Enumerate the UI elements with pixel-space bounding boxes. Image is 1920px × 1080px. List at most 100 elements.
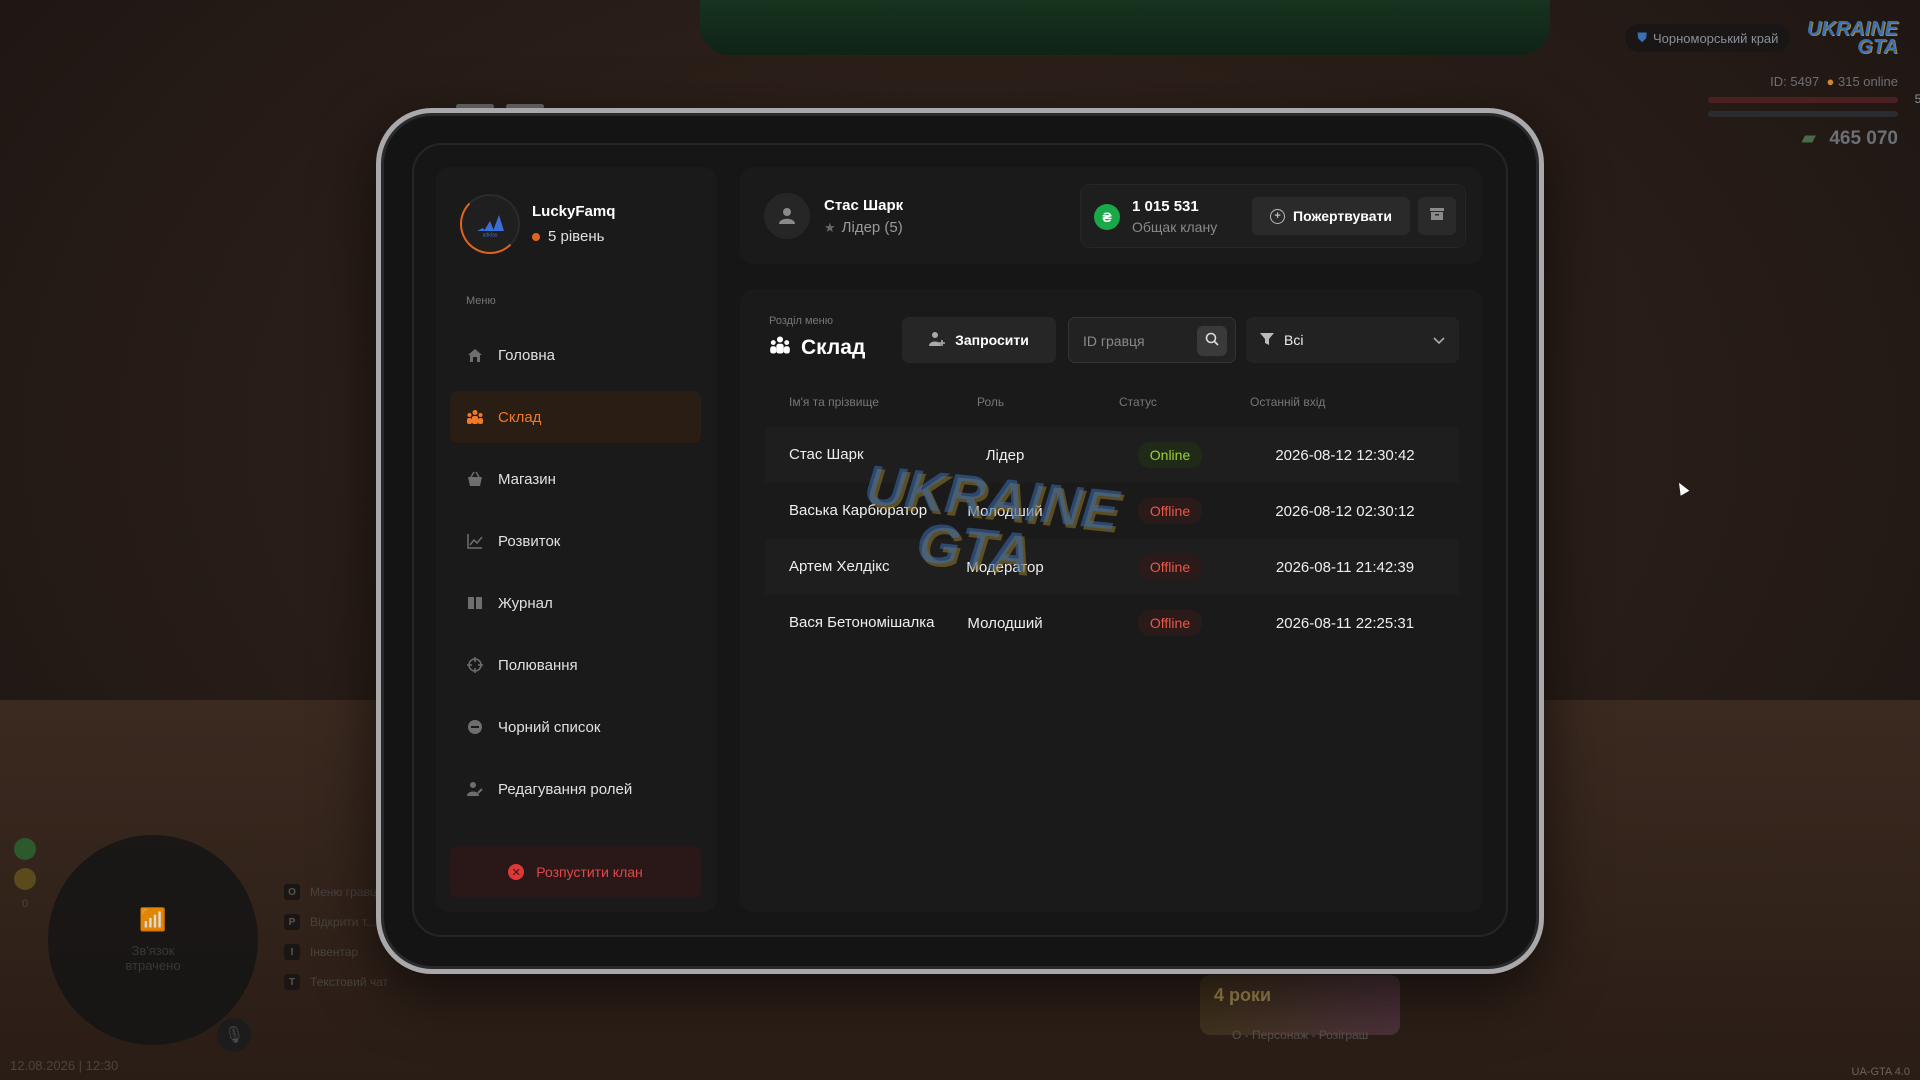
members-panel: Розділ меню Склад Запросити Всі Ім'я та … (740, 289, 1483, 912)
filter-value: Всі (1284, 332, 1304, 348)
member-status: Offline (1125, 539, 1215, 595)
sidebar-item-label: Журнал (498, 594, 553, 612)
level-dot-icon (532, 232, 540, 241)
archive-button[interactable] (1418, 197, 1456, 235)
section-title: Склад (769, 335, 865, 361)
member-last-login: 2026-08-12 02:30:12 (1275, 502, 1415, 520)
hint-item: P Відкрити т... (284, 914, 388, 930)
table-row[interactable]: Вася Бетономішалка Молодший Offline 2026… (765, 595, 1459, 651)
sidebar-item-role-editing[interactable]: Редагування ролей (450, 763, 701, 815)
sidebar-item-blacklist[interactable]: Чорний список (450, 701, 701, 753)
column-header-name[interactable]: Ім'я та прізвище (789, 395, 879, 409)
add-user-icon (929, 331, 946, 350)
search-icon (1205, 332, 1219, 351)
bank-amount: 1 015 531 (1132, 198, 1199, 215)
no-signal-icon: 📶 (139, 907, 167, 932)
column-header-status[interactable]: Статус (1119, 395, 1157, 409)
home-icon (466, 346, 484, 364)
bank-label: Общак клану (1132, 219, 1218, 235)
basket-icon (466, 470, 484, 488)
filter-icon (1260, 332, 1274, 349)
invite-button[interactable]: Запросити (902, 317, 1056, 363)
member-last-login: 2026-08-11 21:42:39 (1275, 558, 1415, 576)
table-row[interactable]: Васька Карбюратор Молодший Offline 2026-… (765, 483, 1459, 539)
mic-icon[interactable]: 🎙 (217, 1018, 251, 1052)
status-badge: Offline (1137, 610, 1203, 636)
promo-title: 4 роки (1214, 985, 1272, 1005)
indicator-counter: 0 (21, 898, 29, 910)
sidebar-item-journal[interactable]: Журнал (450, 577, 701, 629)
member-role: Молодший (967, 502, 1043, 520)
sidebar-menu: Головна Склад Магазин Розвиток Журнал По… (450, 329, 701, 825)
money-display: ▰ 465 070 (1625, 127, 1898, 150)
sidebar-item-development[interactable]: Розвиток (450, 515, 701, 567)
minimap: 📶 Зв'язок втрачено (48, 835, 258, 1045)
menu-caption: Меню (466, 295, 496, 307)
member-last-login: 2026-08-11 22:25:31 (1275, 614, 1415, 632)
game-version: UA-GTA 4.0 (1851, 1066, 1910, 1078)
player-id: ID: 5497 (1770, 74, 1820, 89)
hint-label: Інвентар (310, 945, 359, 959)
hryvnia-coin-icon: ₴ (1094, 204, 1120, 230)
sidebar-item-label: Редагування ролей (498, 780, 633, 798)
clan-bank: ₴ 1 015 531 Общак клану + Пожертвувати (1080, 184, 1466, 248)
status-badge: Online (1137, 442, 1203, 468)
section-title-text: Склад (801, 336, 866, 359)
people-icon (466, 408, 484, 426)
clan-level: 5 рівень (532, 228, 615, 245)
user-edit-icon (466, 780, 484, 798)
svg-text:adidas: adidas (483, 233, 498, 238)
chart-icon (466, 532, 484, 550)
hint-label: Текстовий чат (310, 975, 389, 989)
armor-bar: 0 (1708, 111, 1898, 117)
member-role: Молодший (967, 614, 1043, 632)
search-input[interactable] (1083, 330, 1193, 352)
sidebar-item-hunting[interactable]: Полювання (450, 639, 701, 691)
status-badge: Offline (1137, 498, 1203, 524)
promo-banner[interactable]: 4 роки (1200, 975, 1400, 1035)
sidebar-item-label: Магазин (498, 470, 556, 488)
money-icon: ▰ (1801, 128, 1817, 149)
user-card: Стас Шарк ★ Лідер (5) ₴ 1 015 531 Общак … (740, 167, 1483, 264)
sidebar-item-shop[interactable]: Магазин (450, 453, 701, 505)
invite-label: Запросити (955, 332, 1029, 348)
hint-item: T Текстовий чат (284, 974, 388, 990)
search-button[interactable] (1197, 326, 1227, 356)
disband-clan-button[interactable]: ✕ Розпустити клан (450, 846, 701, 898)
donate-button[interactable]: + Пожертвувати (1252, 197, 1410, 235)
member-status: Offline (1125, 483, 1215, 539)
clan-name: LuckyFamq (532, 203, 616, 220)
plus-circle-icon: + (1270, 208, 1286, 224)
book-icon (466, 594, 484, 612)
table-row[interactable]: Артем Хелдікс Модератор Offline 2026-08-… (765, 539, 1459, 595)
column-header-role[interactable]: Роль (977, 395, 1004, 409)
status-filter-select[interactable]: Всі (1246, 317, 1459, 363)
table-header: Ім'я та прізвище Роль Статус Останній вх… (769, 395, 1459, 413)
section-caption: Розділ меню (769, 315, 833, 327)
game-background-object (700, 0, 1550, 55)
adidas-logo-icon: adidas (477, 215, 504, 238)
hint-item: O Меню гравця (284, 884, 388, 900)
sidebar-item-storage[interactable]: Склад (450, 391, 701, 443)
sidebar-item-label: Склад (498, 408, 542, 426)
region-name: Чорноморський край (1652, 30, 1779, 46)
clan-logo: adidas (460, 194, 520, 254)
game-logo: UKRAINE GTA (1806, 18, 1898, 58)
clan-sidebar: adidas LuckyFamq 5 рівень Меню Головна С… (436, 167, 717, 912)
region-badge: ⛊ Чорноморський край (1625, 24, 1791, 53)
star-icon: ★ (824, 219, 836, 235)
game-datetime: 12.08.2026 | 12:30 (10, 1058, 119, 1073)
sidebar-item-home[interactable]: Головна (450, 329, 701, 381)
sidebar-item-label: Чорний список (498, 718, 601, 736)
user-avatar-icon (764, 193, 810, 239)
member-role: Лідер (985, 446, 1025, 464)
column-header-last-login[interactable]: Останній вхід (1250, 395, 1325, 409)
sidebar-item-label: Полювання (498, 656, 578, 674)
sidebar-item-label: Розвиток (498, 532, 561, 550)
chevron-down-icon (1433, 332, 1445, 348)
key-badge: P (284, 914, 300, 930)
health-value: 54 (1914, 92, 1920, 106)
sidebar-item-label: Головна (498, 346, 555, 364)
table-row[interactable]: Стас Шарк Лідер Online 2026-08-12 12:30:… (765, 427, 1459, 483)
hint-label: Меню гравця (310, 885, 384, 899)
